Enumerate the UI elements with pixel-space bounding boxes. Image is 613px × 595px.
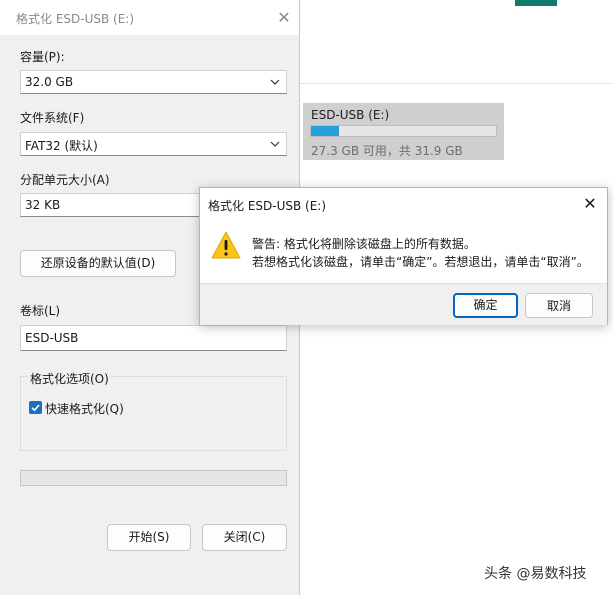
drive-tile-esd-usb[interactable]: ESD-USB (E:) 27.3 GB 可用，共 31.9 GB xyxy=(303,103,504,160)
filesystem-select[interactable]: FAT32 (默认) xyxy=(20,132,287,156)
allocation-unit-label: 分配单元大小(A) xyxy=(20,173,110,187)
warning-dialog-title: 格式化 ESD-USB (E:) xyxy=(208,199,327,213)
quick-format-label: 快速格式化(Q) xyxy=(45,402,124,416)
volume-label-label: 卷标(L) xyxy=(20,304,61,318)
format-window-titlebar: 格式化 ESD-USB (E:) ✕ xyxy=(0,0,299,35)
cancel-button[interactable]: 取消 xyxy=(525,293,593,318)
allocation-unit-value: 32 KB xyxy=(25,198,61,212)
close-icon[interactable]: ✕ xyxy=(578,192,602,216)
format-window-title: 格式化 ESD-USB (E:) xyxy=(16,12,135,26)
warning-message-line2: 若想格式化该磁盘，请单击“确定”。若想退出，请单击“取消”。 xyxy=(252,255,589,269)
drive-usage-bar xyxy=(310,125,497,137)
ok-button[interactable]: 确定 xyxy=(453,293,518,318)
format-progress-bar xyxy=(20,470,287,486)
capacity-value: 32.0 GB xyxy=(25,75,74,89)
capacity-label: 容量(P): xyxy=(20,50,65,64)
drive-space-text: 27.3 GB 可用，共 31.9 GB xyxy=(311,144,463,158)
chevron-down-icon xyxy=(270,79,280,85)
format-options-title: 格式化选项(O) xyxy=(28,370,111,387)
warning-dialog: 格式化 ESD-USB (E:) ✕ 警告: 格式化将删除该磁盘上的所有数据。 … xyxy=(199,187,608,325)
start-button[interactable]: 开始(S) xyxy=(107,524,191,551)
divider xyxy=(300,83,613,84)
volume-label-value: ESD-USB xyxy=(25,331,79,345)
close-button[interactable]: 关闭(C) xyxy=(202,524,287,551)
dialog-footer: 确定 取消 xyxy=(200,283,607,325)
drive-usage-fill xyxy=(311,126,339,136)
warning-icon xyxy=(211,231,241,259)
watermark: 头条 @易数科技 xyxy=(484,566,587,582)
drive-name: ESD-USB (E:) xyxy=(311,108,390,122)
filesystem-label: 文件系统(F) xyxy=(20,111,85,125)
chevron-down-icon xyxy=(270,141,280,147)
filesystem-value: FAT32 (默认) xyxy=(25,139,98,153)
close-icon[interactable]: ✕ xyxy=(272,6,296,30)
warning-message-line1: 警告: 格式化将删除该磁盘上的所有数据。 xyxy=(252,237,476,251)
background-accent-button[interactable] xyxy=(515,0,557,6)
checkmark-icon xyxy=(31,404,40,412)
volume-label-input[interactable]: ESD-USB xyxy=(20,325,287,351)
quick-format-checkbox[interactable] xyxy=(29,401,42,414)
restore-defaults-button[interactable]: 还原设备的默认值(D) xyxy=(20,250,176,277)
capacity-select[interactable]: 32.0 GB xyxy=(20,70,287,94)
